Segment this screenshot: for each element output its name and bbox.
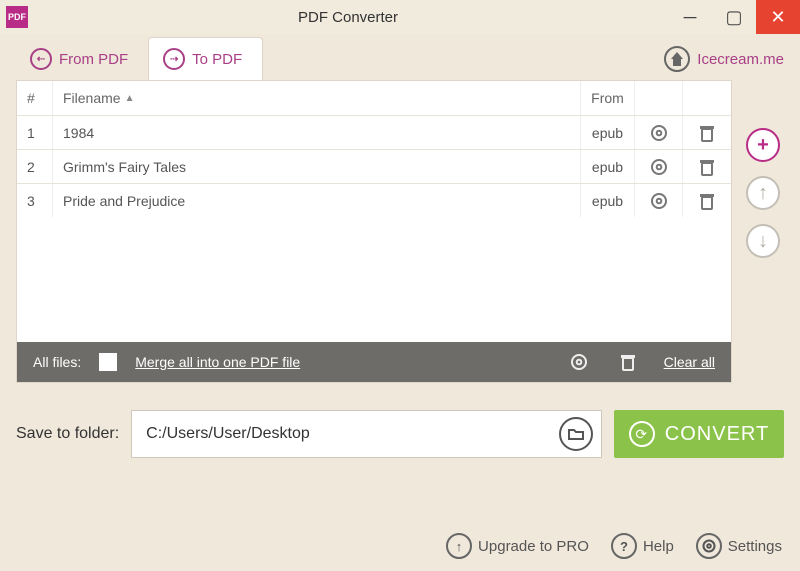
brand-icon (664, 46, 690, 72)
close-icon: ✕ (770, 7, 785, 28)
minimize-button[interactable]: ─ (668, 0, 712, 34)
tab-from-pdf[interactable]: ⇠ From PDF (16, 38, 148, 80)
table-row[interactable]: 2Grimm's Fairy Talesepub (17, 149, 731, 183)
gear-icon (650, 124, 668, 142)
gear-icon (696, 533, 722, 559)
batch-settings-button[interactable] (570, 353, 588, 371)
brand-label: Icecream.me (697, 51, 784, 68)
table-header: # Filename ▲ From (17, 81, 731, 115)
row-filename: 1984 (53, 116, 581, 149)
row-from: epub (581, 150, 635, 183)
convert-icon: ⟳ (629, 421, 655, 447)
merge-checkbox[interactable] (99, 353, 117, 371)
tab-to-pdf-label: To PDF (192, 51, 242, 68)
batch-delete-button[interactable] (620, 353, 636, 371)
move-up-button[interactable]: ↑ (746, 176, 780, 210)
settings-label: Settings (728, 538, 782, 555)
convert-button[interactable]: ⟳ CONVERT (614, 410, 784, 458)
header-from[interactable]: From (581, 81, 635, 115)
row-settings-button[interactable] (635, 116, 683, 149)
cone-icon (671, 52, 683, 66)
row-num: 1 (17, 116, 53, 149)
tab-from-pdf-label: From PDF (59, 51, 128, 68)
table-body: 11984epub2Grimm's Fairy Talesepub3Pride … (17, 115, 731, 342)
gear-icon (702, 539, 716, 553)
header-settings (635, 81, 683, 115)
app-icon: PDF (6, 6, 28, 28)
upgrade-button[interactable]: ↑ Upgrade to PRO (446, 533, 589, 559)
save-label: Save to folder: (16, 425, 119, 443)
row-filename: Pride and Prejudice (53, 184, 581, 217)
window-controls: ─ ▢ ✕ (668, 0, 800, 34)
save-path-input[interactable]: C:/Users/User/Desktop (146, 425, 559, 443)
row-from: epub (581, 184, 635, 217)
arrow-down-icon: ↓ (758, 230, 768, 253)
trash-icon (699, 124, 715, 142)
gear-icon (570, 353, 588, 371)
header-num[interactable]: # (17, 81, 53, 115)
row-num: 3 (17, 184, 53, 217)
upgrade-icon: ↑ (446, 533, 472, 559)
brand-link[interactable]: Icecream.me (664, 46, 784, 80)
arrow-up-icon: ↑ (758, 182, 768, 205)
row-settings-button[interactable] (635, 150, 683, 183)
header-filename-label: Filename (63, 90, 121, 106)
row-filename: Grimm's Fairy Tales (53, 150, 581, 183)
convert-label: CONVERT (665, 423, 769, 446)
side-buttons: + ↑ ↓ (746, 128, 780, 258)
sort-asc-icon: ▲ (125, 93, 135, 104)
window-title: PDF Converter (28, 9, 668, 26)
row-delete-button[interactable] (683, 150, 731, 183)
header-delete (683, 81, 731, 115)
trash-icon (699, 158, 715, 176)
folder-icon (568, 428, 584, 440)
close-button[interactable]: ✕ (756, 0, 800, 34)
merge-label[interactable]: Merge all into one PDF file (135, 354, 300, 370)
table-row[interactable]: 3Pride and Prejudiceepub (17, 183, 731, 217)
help-icon: ? (611, 533, 637, 559)
footer: ↑ Upgrade to PRO ? Help Settings (446, 533, 782, 559)
header-filename[interactable]: Filename ▲ (53, 81, 581, 115)
maximize-button[interactable]: ▢ (712, 0, 756, 34)
gear-icon (650, 192, 668, 210)
row-delete-button[interactable] (683, 184, 731, 217)
minimize-icon: ─ (684, 7, 697, 28)
batch-label: All files: (33, 354, 81, 370)
tab-to-pdf[interactable]: ⇢ To PDF (148, 37, 263, 80)
batch-bar: All files: Merge all into one PDF file C… (17, 342, 731, 382)
help-button[interactable]: ? Help (611, 533, 674, 559)
add-file-button[interactable]: + (746, 128, 780, 162)
row-from: epub (581, 116, 635, 149)
trash-icon (699, 192, 715, 210)
plus-icon: + (757, 134, 769, 157)
save-row: Save to folder: C:/Users/User/Desktop ⟳ … (16, 409, 784, 459)
help-label: Help (643, 538, 674, 555)
table-row[interactable]: 11984epub (17, 115, 731, 149)
file-table: # Filename ▲ From 11984epub2Grimm's Fair… (16, 80, 732, 383)
trash-icon (620, 353, 636, 371)
row-settings-button[interactable] (635, 184, 683, 217)
tab-row: ⇠ From PDF ⇢ To PDF Icecream.me (0, 34, 800, 80)
move-down-button[interactable]: ↓ (746, 224, 780, 258)
maximize-icon: ▢ (725, 7, 742, 28)
settings-button[interactable]: Settings (696, 533, 782, 559)
from-pdf-icon: ⇠ (30, 48, 52, 70)
title-bar: PDF PDF Converter ─ ▢ ✕ (0, 0, 800, 34)
save-path-box: C:/Users/User/Desktop (131, 410, 602, 458)
to-pdf-icon: ⇢ (163, 48, 185, 70)
row-num: 2 (17, 150, 53, 183)
row-delete-button[interactable] (683, 116, 731, 149)
upgrade-label: Upgrade to PRO (478, 538, 589, 555)
browse-folder-button[interactable] (559, 417, 593, 451)
clear-all-button[interactable]: Clear all (664, 354, 715, 370)
gear-icon (650, 158, 668, 176)
